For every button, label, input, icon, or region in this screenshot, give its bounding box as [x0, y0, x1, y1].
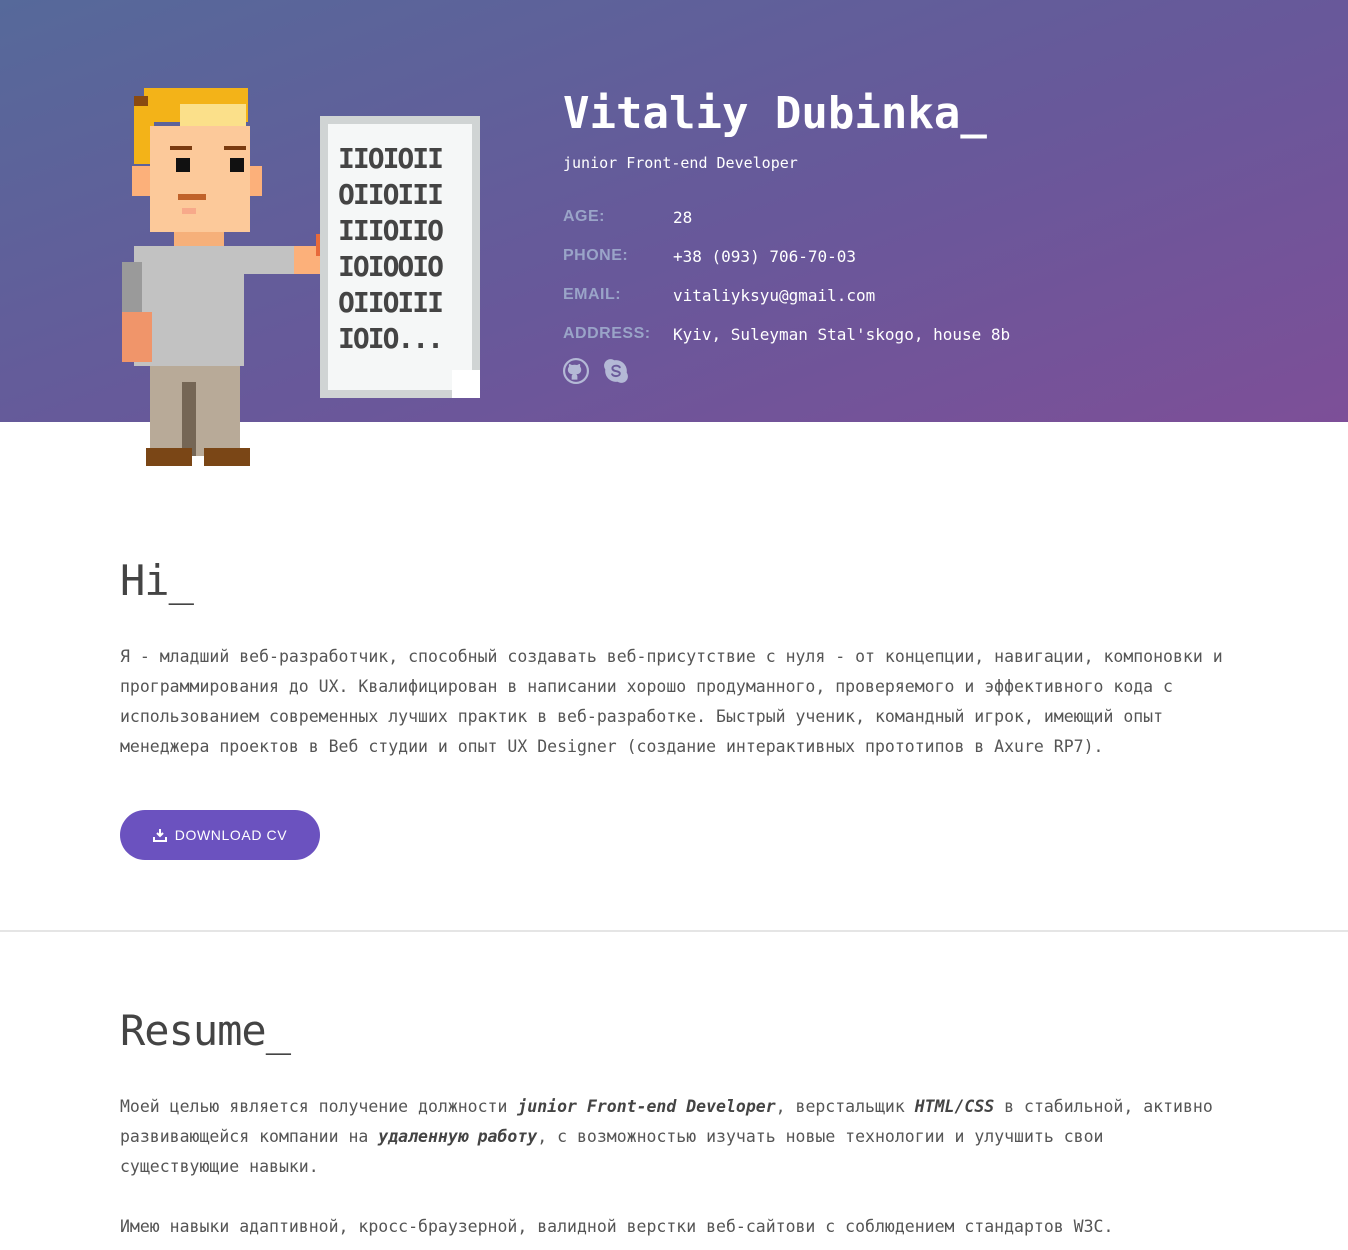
- profile-header: IIOIOII OIIOIII IIIOIIO IOIOOIO OIIOIII …: [0, 0, 1348, 466]
- download-cv-label: DOWNLOAD CV: [174, 827, 288, 843]
- detail-value: Kyiv, Suleyman Stal'skogo, house 8b: [673, 325, 1011, 344]
- resume-text: , верстальщик: [775, 1097, 915, 1116]
- detail-value[interactable]: +38 (093) 706-70-03: [673, 247, 856, 266]
- detail-row-age: AGE: 28: [563, 208, 1010, 247]
- resume-highlight: HTML/CSS: [914, 1097, 995, 1116]
- profile-info: Vitaliy Dubinka_ junior Front-end Develo…: [563, 86, 1010, 384]
- download-icon: [152, 829, 167, 842]
- hi-description: Я - младший веб-разработчик, способный с…: [120, 647, 1223, 756]
- skype-icon[interactable]: [603, 358, 629, 384]
- pixel-avatar-illustration: IIOIOII OIIOIII IIIOIIO IOIOOIO OIIOIII …: [122, 88, 480, 466]
- resume-title: Resume_: [120, 1006, 291, 1055]
- profile-name: Vitaliy Dubinka_: [563, 88, 987, 139]
- resume-skills-paragraph: Имею навыки адаптивной, кросс-браузерной…: [120, 1217, 1114, 1236]
- resume-goal-paragraph: Моей целью является получение должности …: [120, 1092, 1230, 1182]
- github-icon[interactable]: [563, 358, 589, 384]
- detail-label: PHONE:: [563, 247, 629, 264]
- hi-section: Hi_ Я - младший веб-разработчик, способн…: [0, 422, 1348, 860]
- detail-row-email: EMAIL: vitaliyksyu@gmail.com: [563, 286, 1010, 325]
- detail-label: AGE:: [563, 208, 605, 225]
- social-links: [563, 358, 1010, 384]
- svg-text:IIIOIIO: IIIOIIO: [338, 214, 443, 247]
- svg-text:OIIOIII: OIIOIII: [338, 178, 442, 211]
- detail-label: ADDRESS:: [563, 325, 651, 342]
- svg-text:IIOIOII: IIOIOII: [338, 142, 442, 175]
- svg-text:IOIO...: IOIO...: [338, 322, 442, 355]
- svg-text:IOIOOIO: IOIOOIO: [338, 250, 443, 283]
- resume-highlight: удаленную работу: [378, 1127, 538, 1146]
- detail-row-phone: PHONE: +38 (093) 706-70-03: [563, 247, 1010, 286]
- detail-label: EMAIL:: [563, 286, 622, 303]
- resume-highlight: junior Front-end Developer: [517, 1097, 776, 1116]
- resume-section: Resume_ Моей целью является получение до…: [0, 932, 1348, 1242]
- profile-role: junior Front-end Developer: [563, 154, 798, 172]
- detail-value: 28: [673, 208, 693, 227]
- svg-text:OIIOIII: OIIOIII: [338, 286, 442, 319]
- resume-text: Моей целью является получение должности: [120, 1097, 518, 1116]
- profile-details: AGE: 28 PHONE: +38 (093) 706-70-03 EMAIL…: [563, 208, 1010, 364]
- download-cv-button[interactable]: DOWNLOAD CV: [120, 810, 320, 860]
- detail-value[interactable]: vitaliyksyu@gmail.com: [673, 286, 875, 305]
